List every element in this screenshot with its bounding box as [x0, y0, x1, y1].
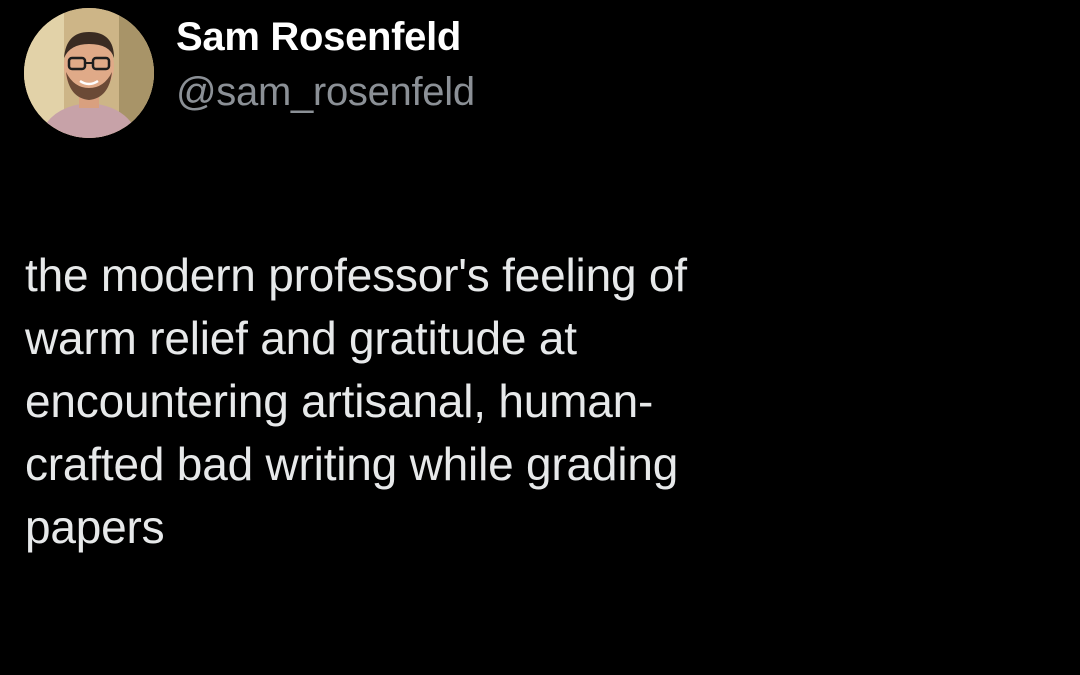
author-handle[interactable]: @sam_rosenfeld [176, 62, 475, 122]
tweet-card: Sam Rosenfeld @sam_rosenfeld the modern … [0, 0, 1080, 675]
avatar-photo-icon [24, 8, 154, 138]
tweet-text: the modern professor's feeling of warm r… [25, 244, 1055, 559]
tweet-text-line: papers [25, 501, 165, 553]
author-display-name[interactable]: Sam Rosenfeld [176, 12, 475, 62]
author-names: Sam Rosenfeld @sam_rosenfeld [176, 12, 475, 122]
tweet-text-line: encountering artisanal, human- [25, 375, 654, 427]
tweet-text-line: crafted bad writing while grading [25, 438, 679, 490]
tweet-text-line: warm relief and gratitude at [25, 312, 577, 364]
tweet-text-line: the modern professor's feeling of [25, 249, 687, 301]
avatar[interactable] [24, 8, 154, 138]
tweet-header: Sam Rosenfeld @sam_rosenfeld [24, 8, 475, 138]
